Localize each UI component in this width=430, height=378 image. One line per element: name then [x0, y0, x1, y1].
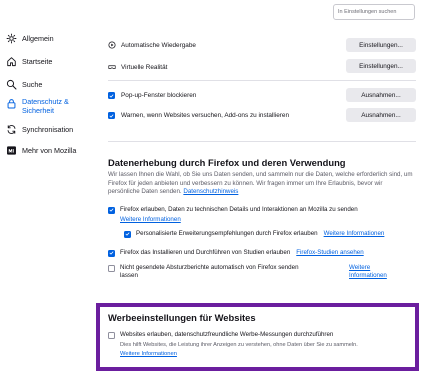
popups-row: Pop-up-Fenster blockieren	[108, 92, 196, 99]
privacy-notice-link[interactable]: Datenschutzhinweis	[183, 188, 238, 195]
technical-data-learn-more-link[interactable]: Weitere Informationen	[120, 216, 181, 224]
studies-view-link[interactable]: Firefox-Studien ansehen	[296, 249, 363, 257]
crash-reports-learn-more-line1[interactable]: Weitere	[349, 264, 387, 272]
popups-checkbox[interactable]	[108, 92, 115, 99]
vr-headset-icon	[108, 63, 116, 71]
sidebar-item-startseite[interactable]: Startseite	[6, 56, 52, 67]
autoplay-settings-button[interactable]: Einstellungen...	[346, 38, 416, 52]
vr-settings-button[interactable]: Einstellungen...	[346, 59, 416, 73]
addons-row: Warnen, wenn Websites versuchen, Add-ons…	[108, 112, 289, 119]
autoplay-row: Automatische Wiedergabe	[108, 41, 196, 49]
technical-data-label: Firefox erlauben, Daten zu technischen D…	[120, 206, 358, 213]
addons-label: Warnen, wenn Websites versuchen, Add-ons…	[121, 112, 290, 119]
highlight-frame	[96, 303, 419, 371]
studies-option: Firefox das Installieren und Durchführen…	[108, 249, 418, 257]
vr-row: Virtuelle Realität	[108, 63, 167, 71]
recommendations-checkbox[interactable]	[124, 230, 131, 238]
divider	[108, 141, 416, 142]
sidebar-item-label: Mehr von Mozilla	[22, 146, 77, 155]
sidebar-item-label-line1: Datenschutz &	[22, 97, 69, 106]
sync-icon	[6, 124, 17, 135]
autoplay-icon	[108, 41, 116, 49]
sidebar-item-label: Suche	[22, 80, 43, 89]
recommendations-learn-more-link[interactable]: Weitere Informationen	[324, 230, 385, 238]
settings-search-input[interactable]	[334, 5, 414, 19]
sidebar-item-label: Synchronisation	[22, 125, 74, 134]
home-icon	[6, 56, 17, 67]
vr-label: Virtuelle Realität	[121, 63, 168, 71]
recommendations-option: Personalisierte Erweiterungsempfehlungen…	[124, 230, 419, 238]
search-icon	[6, 79, 17, 90]
sidebar-item-label: Startseite	[22, 57, 53, 66]
lock-icon	[6, 98, 17, 109]
data-collection-title: Datenerhebung durch Firefox und deren Ve…	[108, 157, 346, 168]
addons-checkbox[interactable]	[108, 112, 115, 119]
crash-reports-option: Nicht gesendete Absturzberichte automati…	[108, 264, 338, 280]
technical-data-option: Firefox erlauben, Daten zu technischen D…	[108, 206, 413, 214]
recommendations-label: Personalisierte Erweiterungsempfehlungen…	[136, 230, 318, 237]
crash-reports-learn-more-line2[interactable]: Informationen	[349, 272, 387, 280]
technical-data-checkbox[interactable]	[108, 206, 115, 214]
technical-data-learn-more: Weitere Informationen	[120, 216, 181, 224]
addons-exceptions-button[interactable]: Ausnahmen...	[346, 108, 416, 122]
gear-icon	[6, 33, 17, 44]
sidebar-item-datenschutz[interactable]: Datenschutz & Sicherheit	[6, 96, 69, 115]
popups-label: Pop-up-Fenster blockieren	[121, 92, 197, 99]
sidebar-item-suche[interactable]: Suche	[6, 79, 42, 90]
crash-reports-checkbox[interactable]	[108, 264, 115, 272]
crash-reports-label-line2: lassen	[120, 272, 138, 279]
data-collection-description-text: Wir lassen Ihnen die Wahl, ob Sie uns Da…	[108, 171, 413, 196]
crash-reports-learn-more: Weitere Informationen	[349, 264, 387, 280]
divider	[108, 80, 416, 81]
sidebar-item-allgemein[interactable]: Allgemein	[6, 33, 54, 44]
sidebar-item-mehr-von-mozilla[interactable]: Mehr von Mozilla	[6, 145, 76, 156]
mozilla-icon	[6, 145, 17, 156]
autoplay-label: Automatische Wiedergabe	[121, 41, 196, 49]
crash-reports-label-line1: Nicht gesendete Absturzberichte automati…	[120, 264, 299, 271]
sidebar-item-synchronisation[interactable]: Synchronisation	[6, 124, 73, 135]
studies-label: Firefox das Installieren und Durchführen…	[120, 249, 291, 256]
settings-search-field[interactable]	[333, 4, 415, 20]
sidebar-item-label-line2: Sicherheit	[22, 106, 54, 115]
data-collection-description: Wir lassen Ihnen die Wahl, ob Sie uns Da…	[108, 171, 413, 197]
studies-checkbox[interactable]	[108, 249, 115, 257]
popups-exceptions-button[interactable]: Ausnahmen...	[346, 88, 416, 102]
sidebar-item-label: Allgemein	[22, 34, 54, 43]
